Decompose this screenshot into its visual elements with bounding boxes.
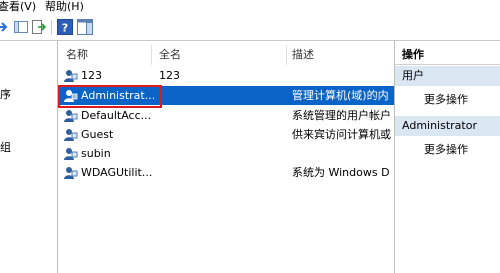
- column-header-fullname[interactable]: 全名: [159, 45, 181, 65]
- column-header-name[interactable]: 名称: [66, 45, 88, 65]
- column-divider[interactable]: [151, 45, 152, 65]
- user-icon: [63, 127, 78, 142]
- user-name: 123: [81, 69, 102, 82]
- toolbar-separator: [51, 20, 52, 35]
- export-list-icon[interactable]: [30, 19, 47, 35]
- highlight-box: [58, 85, 162, 108]
- tree-item-services[interactable]: 序: [0, 86, 11, 102]
- user-icon: [63, 68, 78, 83]
- list-item[interactable]: subin: [58, 144, 394, 163]
- list-item[interactable]: WDAGUtilit... 系统为 Windows D: [58, 163, 394, 182]
- user-description: 系统为 Windows D: [292, 166, 390, 179]
- more-actions-administrator[interactable]: 更多操作: [424, 141, 468, 157]
- list-item[interactable]: 123 123: [58, 66, 394, 85]
- user-name: Guest: [81, 128, 114, 141]
- actions-group-users[interactable]: 用户: [395, 66, 500, 86]
- column-header-description[interactable]: 描述: [292, 45, 314, 65]
- toolbar: ?: [0, 14, 500, 40]
- user-name: WDAGUtilit...: [81, 166, 153, 179]
- user-icon: [63, 165, 78, 180]
- show-action-pane-icon[interactable]: [77, 19, 93, 35]
- menu-help[interactable]: 帮助(H): [45, 0, 84, 13]
- more-actions-users[interactable]: 更多操作: [424, 91, 468, 107]
- list-item[interactable]: Guest 供来宾访问计算机或: [58, 125, 394, 144]
- actions-title: 操作: [395, 45, 500, 65]
- list-item[interactable]: DefaultAcc... 系统管理的用户帐户: [58, 106, 394, 125]
- user-description: 管理计算机(域)的内: [292, 89, 389, 102]
- user-icon: [63, 108, 78, 123]
- column-divider[interactable]: [286, 45, 287, 65]
- user-description: 供来宾访问计算机或: [292, 128, 391, 141]
- user-icon: [63, 146, 78, 161]
- forward-icon[interactable]: [0, 19, 10, 35]
- user-fullname: 123: [159, 69, 180, 82]
- help-icon[interactable]: ?: [57, 19, 73, 35]
- menu-view[interactable]: 查看(V): [0, 0, 36, 13]
- actions-pane: 操作 用户 更多操作 Administrator 更多操作: [395, 41, 500, 273]
- user-name: DefaultAcc...: [81, 109, 152, 122]
- user-name: subin: [81, 147, 111, 160]
- console-tree-icon[interactable]: [13, 19, 29, 35]
- user-description: 系统管理的用户帐户: [292, 109, 391, 122]
- tree-item-groups[interactable]: 组: [0, 139, 11, 155]
- menu-bar: 查看(V) 帮助(H): [0, 0, 500, 14]
- actions-group-administrator[interactable]: Administrator: [395, 116, 500, 136]
- user-list: 名称 全名 描述 123 123 Administrat... 管理计算机(域)…: [58, 41, 394, 273]
- console-tree: 序 组: [0, 41, 57, 273]
- svg-text:?: ?: [62, 22, 68, 35]
